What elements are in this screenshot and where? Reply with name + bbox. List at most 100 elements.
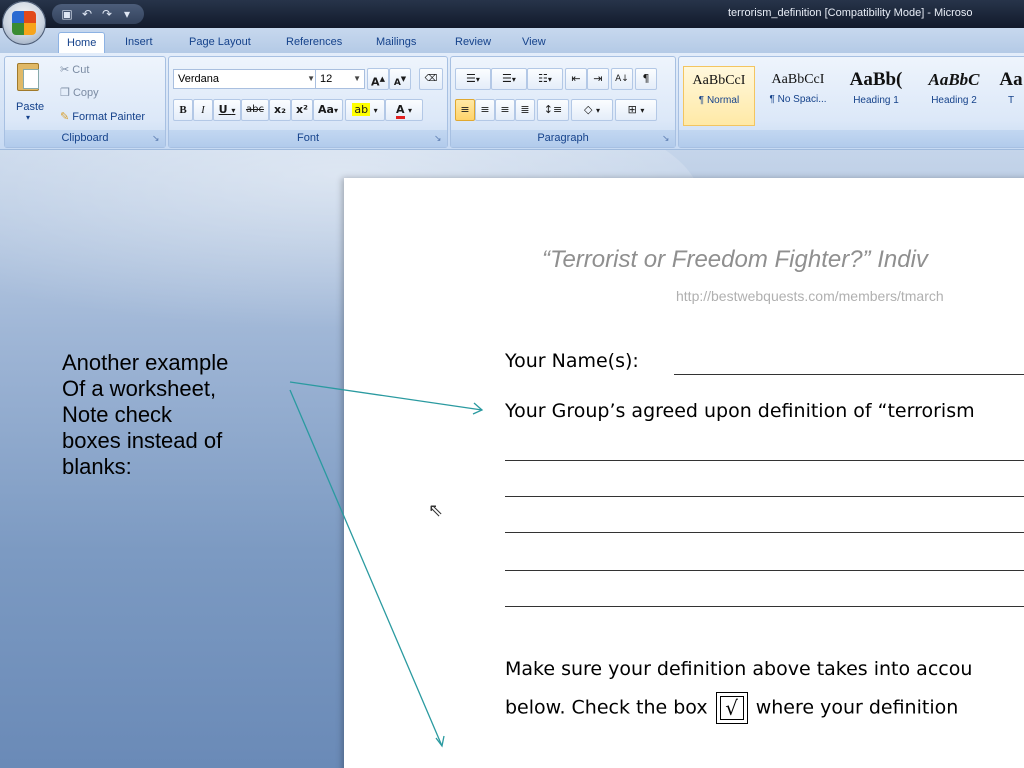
undo-icon[interactable]: ↶ [80, 7, 94, 21]
strikethrough-button[interactable]: abc [241, 99, 269, 121]
style-normal[interactable]: AaBbCcI ¶ Normal [683, 66, 755, 126]
styles-group: AaBbCcI ¶ Normal AaBbCcI ¶ No Spaci... A… [678, 56, 1024, 148]
superscript-button[interactable]: x² [291, 99, 313, 121]
format-painter-label: Format Painter [72, 111, 146, 123]
decrease-indent-icon[interactable]: ⇤ [565, 68, 587, 90]
font-size-value: 12 [320, 73, 333, 85]
chevron-down-icon: ▼ [307, 74, 315, 83]
dialog-launcher-icon[interactable]: ↘ [434, 135, 443, 144]
customize-icon[interactable]: ▾ [120, 7, 134, 21]
scissors-icon: ✂ [60, 64, 70, 76]
dialog-launcher-icon[interactable]: ↘ [152, 135, 161, 144]
chevron-down-icon: ▼ [353, 74, 361, 83]
bold-button[interactable]: B [173, 99, 193, 121]
tab-references[interactable]: References [278, 32, 350, 53]
multilevel-list-button[interactable]: ☷▾ [527, 68, 563, 90]
paste-dropdown-icon[interactable]: ▾ [26, 113, 30, 122]
style-preview: AaBb( [849, 69, 903, 90]
line-spacing-icon[interactable]: ↕≡ [537, 99, 569, 121]
style-preview: Aa [999, 69, 1023, 90]
title-bar: ▣ ↶ ↷ ▾ terrorism_definition [Compatibil… [0, 0, 1024, 28]
font-name-combo[interactable]: Verdana ▼ [173, 69, 319, 89]
tab-mailings[interactable]: Mailings [368, 32, 424, 53]
cut-label: Cut [72, 64, 90, 76]
style-heading-2[interactable]: AaBbC Heading 2 [917, 66, 991, 124]
styles-group-label [679, 130, 1024, 147]
font-color-button[interactable]: A ▾ [385, 99, 423, 121]
style-name: ¶ Normal [698, 95, 740, 106]
bullets-button[interactable]: ☰▾ [455, 68, 491, 90]
font-group-label: Font [169, 130, 447, 147]
grow-font-label: A [371, 75, 380, 89]
copy-label: Copy [72, 87, 99, 99]
copy-button[interactable]: ❐ Copy [60, 86, 99, 99]
font-group: Verdana ▼ 12 ▼ A▲ A▼ ⌫ B I U ▾ abc x₂ x²… [168, 56, 448, 148]
numbering-icon: ☰ [502, 72, 512, 85]
office-button[interactable] [2, 1, 46, 45]
window-title: terrorism_definition [Compatibility Mode… [728, 7, 973, 19]
shading-icon[interactable]: ◇ ▾ [571, 99, 613, 121]
cut-button[interactable]: ✂ Cut [60, 63, 89, 76]
underline-label: U [218, 103, 228, 116]
paragraph-group: ☰▾ ☰▾ ☷▾ ⇤ ⇥ A↓ ¶ ≡ ≡ ≡ ≣ ↕≡ ◇ ▾ ⊞ ▾ Par… [450, 56, 676, 148]
bullets-icon: ☰ [466, 72, 476, 85]
italic-button[interactable]: I [193, 99, 213, 121]
justify-icon[interactable]: ≣ [515, 99, 535, 121]
highlighter-icon: ab [352, 103, 371, 116]
clipboard-group: Paste ▾ ✂ Cut ❐ Copy ✎ Format Painter Cl… [4, 56, 166, 148]
shrink-font-label: A [393, 78, 401, 88]
font-name-value: Verdana [178, 73, 219, 85]
underline-button[interactable]: U ▾ [213, 99, 241, 121]
format-painter-button[interactable]: ✎ Format Painter [60, 110, 145, 123]
arrow-to-checkbox [289, 389, 443, 747]
paste-button[interactable] [11, 61, 43, 95]
paste-label[interactable]: Paste [16, 101, 44, 113]
style-name: T [1007, 95, 1015, 106]
change-case-label: Aa [318, 103, 334, 116]
tab-page-layout[interactable]: Page Layout [181, 32, 259, 53]
paste-page-icon [23, 69, 39, 89]
align-center-icon[interactable]: ≡ [475, 99, 495, 121]
borders-icon[interactable]: ⊞ ▾ [615, 99, 657, 121]
style-name: Heading 2 [931, 95, 977, 106]
style-heading-1[interactable]: AaBb( Heading 1 [839, 66, 913, 124]
style-preview: AaBbCcI [692, 73, 746, 88]
save-icon[interactable]: ▣ [60, 7, 74, 21]
style-preview: AaBbC [928, 70, 980, 89]
multilevel-list-icon: ☷ [538, 72, 548, 85]
arrow-to-definition [289, 381, 483, 411]
ribbon-tabs: Home Insert Page Layout References Maili… [0, 28, 1024, 53]
pilcrow-icon[interactable]: ¶ [635, 68, 657, 90]
copy-icon: ❐ [60, 87, 70, 99]
font-color-icon: A [395, 103, 405, 119]
font-size-combo[interactable]: 12 ▼ [315, 69, 365, 89]
paragraph-group-label: Paragraph [451, 130, 675, 147]
subscript-button[interactable]: x₂ [269, 99, 291, 121]
annotation-arrows [289, 381, 484, 748]
dialog-launcher-icon[interactable]: ↘ [662, 135, 671, 144]
highlight-button[interactable]: ab ▾ [345, 99, 385, 121]
clipboard-group-label: Clipboard [5, 130, 165, 147]
align-right-icon[interactable]: ≡ [495, 99, 515, 121]
redo-icon[interactable]: ↷ [100, 7, 114, 21]
quick-access-toolbar: ▣ ↶ ↷ ▾ [52, 4, 144, 24]
mouse-cursor-icon: ⇖ [428, 500, 444, 521]
brush-icon: ✎ [60, 111, 70, 123]
numbering-button[interactable]: ☰▾ [491, 68, 527, 90]
clear-formatting-icon[interactable]: ⌫ [419, 68, 443, 90]
style-title[interactable]: Aa T [991, 66, 1024, 124]
increase-indent-icon[interactable]: ⇥ [587, 68, 609, 90]
sort-icon[interactable]: A↓ [611, 68, 633, 90]
change-case-button[interactable]: Aa▾ [313, 99, 343, 121]
shrink-font-button[interactable]: A▼ [389, 68, 411, 90]
align-left-icon[interactable]: ≡ [455, 99, 475, 121]
tab-review[interactable]: Review [447, 32, 499, 53]
ribbon: Paste ▾ ✂ Cut ❐ Copy ✎ Format Painter Cl… [0, 53, 1024, 150]
style-no-spacing[interactable]: AaBbCcI ¶ No Spaci... [761, 66, 835, 124]
style-name: ¶ No Spaci... [769, 94, 827, 105]
tab-home[interactable]: Home [58, 32, 106, 53]
office-logo-icon [12, 11, 36, 35]
grow-font-button[interactable]: A▲ [367, 68, 389, 90]
tab-insert[interactable]: Insert [117, 32, 161, 53]
tab-view[interactable]: View [514, 32, 554, 53]
